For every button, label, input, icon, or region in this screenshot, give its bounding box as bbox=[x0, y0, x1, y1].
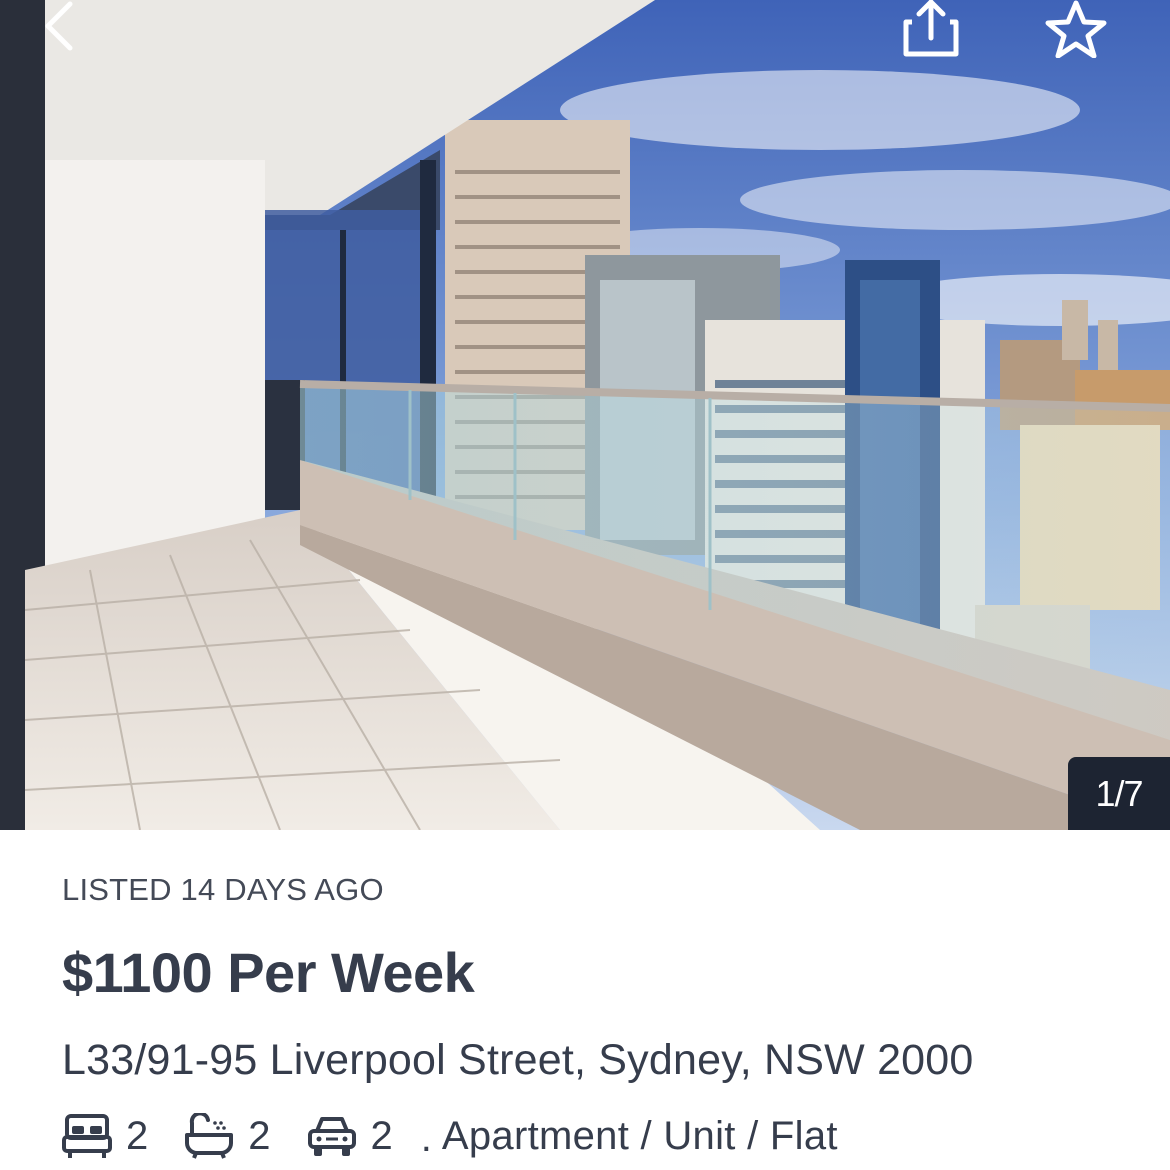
listed-date: LISTED 14 DAYS AGO bbox=[62, 872, 384, 907]
bedrooms-count: 2 bbox=[126, 1113, 149, 1158]
property-type: Apartment / Unit / Flat bbox=[441, 1113, 838, 1158]
bathrooms-count: 2 bbox=[248, 1113, 271, 1158]
parking-feature: 2 bbox=[307, 1113, 393, 1159]
separator-dot: . bbox=[420, 1115, 432, 1160]
car-icon bbox=[307, 1117, 356, 1156]
parking-count: 2 bbox=[370, 1113, 393, 1158]
chevron-left-icon bbox=[45, 1, 73, 51]
balcony-city-view-photo bbox=[0, 0, 1170, 830]
bedrooms-feature: 2 bbox=[62, 1113, 148, 1159]
bathrooms-feature: 2 bbox=[184, 1113, 271, 1159]
back-button[interactable] bbox=[40, 0, 110, 60]
share-icon bbox=[903, 0, 959, 57]
property-features: 2 2 2 . Apartment / Unit / Flat bbox=[62, 1108, 838, 1164]
share-button[interactable] bbox=[900, 0, 972, 64]
listing-price: $1100 Per Week bbox=[62, 941, 475, 1004]
bed-icon bbox=[62, 1114, 112, 1158]
bath-icon bbox=[185, 1113, 234, 1159]
favourite-button[interactable] bbox=[1044, 0, 1116, 64]
photo-counter: 1/7 bbox=[1068, 757, 1170, 830]
star-icon bbox=[1045, 0, 1107, 58]
listing-address[interactable]: L33/91-95 Liverpool Street, Sydney, NSW … bbox=[62, 1036, 974, 1085]
listing-photo[interactable]: 1/7 bbox=[0, 0, 1170, 830]
